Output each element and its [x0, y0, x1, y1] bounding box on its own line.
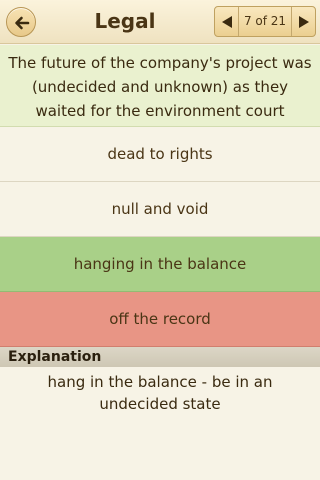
answer-option[interactable]: dead to rights — [0, 127, 320, 182]
page-title: Legal — [94, 9, 156, 33]
question-pager: 7 of 21 — [214, 6, 316, 37]
answer-option[interactable]: null and void — [0, 182, 320, 237]
explanation-text: hang in the balance - be in an undecided… — [47, 373, 273, 413]
previous-button[interactable] — [215, 7, 239, 36]
answer-option-correct[interactable]: hanging in the balance — [0, 237, 320, 292]
explanation-heading: Explanation — [0, 347, 320, 367]
question-counter: 7 of 21 — [243, 14, 287, 28]
nav-bar: Legal 7 of 21 — [0, 0, 320, 44]
arrow-left-icon — [15, 16, 30, 30]
answer-option-incorrect[interactable]: off the record — [0, 292, 320, 347]
triangle-left-icon — [222, 16, 232, 28]
triangle-right-icon — [299, 16, 309, 28]
question-text: The future of the company's project was … — [0, 45, 320, 144]
back-button[interactable] — [6, 7, 36, 37]
next-button[interactable] — [291, 7, 315, 36]
